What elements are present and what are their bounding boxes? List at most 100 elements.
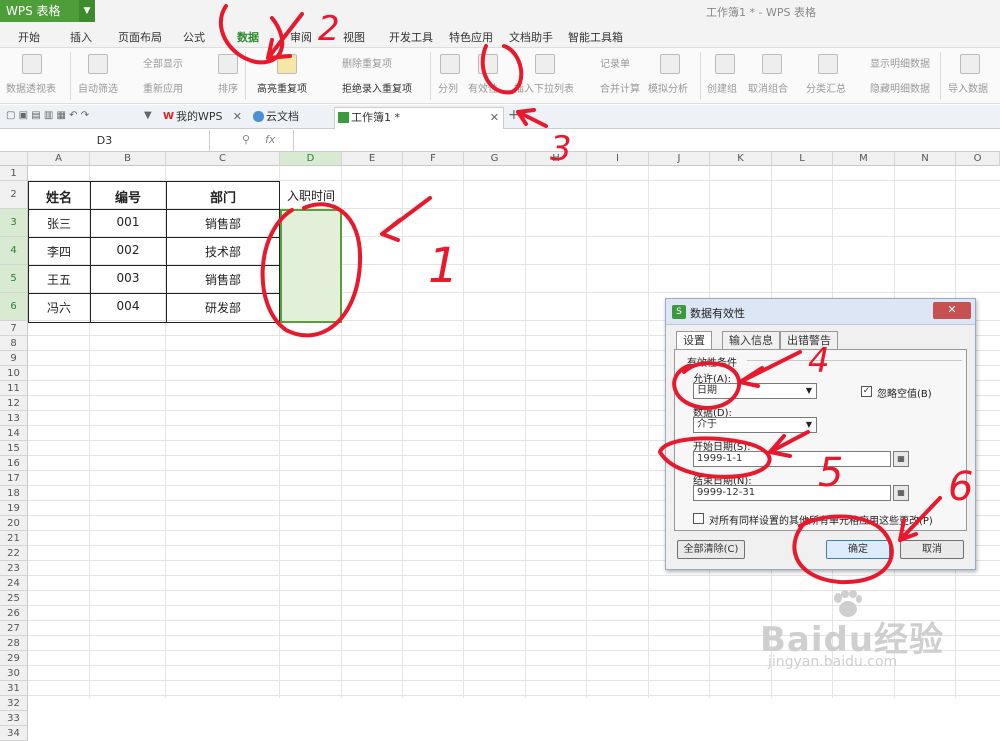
menu-smart-tools[interactable]: 智能工具箱 [568,29,623,45]
column-header[interactable]: A [28,152,90,166]
range-picker-icon[interactable]: ▦ [893,451,909,467]
merge-calc-button[interactable]: 合并计算 [600,80,640,95]
tab-input-message[interactable]: 输入信息 [722,331,780,349]
column-header[interactable]: F [403,152,464,166]
close-icon[interactable]: ✕ [233,107,242,127]
column-header[interactable]: C [166,152,280,166]
header-cell-name[interactable]: 姓名 [28,187,90,206]
clear-all-button[interactable]: 全部清除(C) [677,540,745,559]
menu-special[interactable]: 特色应用 [449,29,493,45]
menu-data[interactable]: 数据 [237,29,259,45]
validity-button[interactable]: 有效性 [468,80,498,95]
reject-duplicates-button[interactable]: 拒绝录入重复项 [342,80,412,95]
fx-icon[interactable]: fx [265,133,275,146]
row-header[interactable]: 10 [0,366,28,381]
pivot-table-icon[interactable] [22,54,42,74]
column-header[interactable]: G [464,152,526,166]
import-data-button[interactable]: 导入数据 [948,80,988,95]
table-cell[interactable]: 技术部 [166,243,280,260]
menu-page-layout[interactable]: 页面布局 [118,29,162,45]
row-header[interactable]: 1 [0,166,28,181]
subtotal-button[interactable]: 分类汇总 [806,80,846,95]
chevron-down-icon[interactable]: ▼ [79,0,95,22]
quick-access-icons[interactable]: ▢ ▣ ▤ ▥ ▦ ↶ ↷ [6,110,89,121]
column-header[interactable]: O [956,152,1000,166]
row-header[interactable]: 24 [0,576,28,591]
zoom-icon[interactable]: ⚲ [242,133,250,146]
row-header[interactable]: 3 [0,209,28,237]
sort-button[interactable]: 排序 [218,80,238,95]
row-header[interactable]: 21 [0,531,28,546]
menu-home[interactable]: 开始 [18,29,40,45]
row-header[interactable]: 9 [0,351,28,366]
tab-workbook1[interactable]: 工作簿1 * ✕ [334,107,504,129]
row-header[interactable]: 32 [0,696,28,711]
menu-view[interactable]: 视图 [343,29,365,45]
apply-all-checkbox[interactable] [693,513,704,524]
data-select[interactable]: 介于 ▼ [693,417,817,433]
validity-icon[interactable] [478,54,498,74]
table-cell[interactable]: 冯六 [28,299,90,316]
row-header[interactable]: 25 [0,591,28,606]
row-header[interactable]: 29 [0,651,28,666]
record-form-button[interactable]: 记录单 [600,55,630,70]
table-cell[interactable]: 003 [90,271,166,285]
chevron-down-icon[interactable]: ▼ [144,110,152,121]
tab-my-wps[interactable]: W 我的WPS ✕ [160,107,246,129]
split-columns-button[interactable]: 分列 [438,80,458,95]
what-if-icon[interactable] [660,54,680,74]
row-header[interactable]: 15 [0,441,28,456]
table-cell[interactable]: 销售部 [166,215,280,232]
filter-icon[interactable] [88,54,108,74]
highlight-duplicates-button[interactable]: 高亮重复项 [257,80,307,95]
tab-cloud-docs[interactable]: 云文档 [250,107,330,129]
row-header[interactable]: 4 [0,237,28,265]
ignore-blank-checkbox[interactable]: ✓ [861,386,872,397]
end-date-input[interactable]: 9999-12-31 [693,485,891,501]
menu-formula[interactable]: 公式 [183,29,205,45]
wps-app-menu-button[interactable]: WPS 表格 ▼ [0,0,95,22]
create-group-button[interactable]: 创建组 [707,80,737,95]
column-header[interactable]: I [587,152,649,166]
row-header[interactable]: 30 [0,666,28,681]
select-all-corner[interactable] [0,152,28,166]
row-header[interactable]: 22 [0,546,28,561]
row-header[interactable]: 16 [0,456,28,471]
chevron-down-icon[interactable]: ▼ [802,418,816,432]
split-columns-icon[interactable] [440,54,460,74]
show-all-button[interactable]: 全部显示 [143,55,183,70]
row-header[interactable]: 34 [0,726,28,741]
column-header[interactable]: K [710,152,772,166]
cancel-button[interactable]: 取消 [900,540,964,559]
delete-duplicates-button[interactable]: 删除重复项 [342,55,392,70]
insert-dropdown-button[interactable]: 插入下拉列表 [514,80,574,95]
column-header[interactable]: J [649,152,710,166]
table-cell[interactable]: 001 [90,215,166,229]
row-header[interactable]: 13 [0,411,28,426]
row-header[interactable]: 2 [0,181,28,209]
column-header[interactable]: E [342,152,403,166]
import-data-icon[interactable] [960,54,980,74]
subtotal-icon[interactable] [818,54,838,74]
highlight-duplicates-icon[interactable] [277,54,297,74]
selected-range-d3-d6[interactable] [280,209,342,323]
row-header[interactable]: 28 [0,636,28,651]
column-header[interactable]: L [772,152,833,166]
close-icon[interactable]: ✕ [490,108,499,128]
tab-error-alert[interactable]: 出错警告 [780,331,838,349]
table-cell[interactable]: 研发部 [166,299,280,316]
row-header[interactable]: 23 [0,561,28,576]
create-group-icon[interactable] [715,54,735,74]
tab-settings[interactable]: 设置 [676,331,712,350]
row-header[interactable]: 14 [0,426,28,441]
table-cell[interactable]: 002 [90,243,166,257]
column-header[interactable]: N [895,152,956,166]
menu-doc-helper[interactable]: 文档助手 [509,29,553,45]
column-header[interactable]: M [833,152,895,166]
row-header[interactable]: 11 [0,381,28,396]
header-cell-hire-date[interactable]: 入职时间 [280,187,342,204]
row-header[interactable]: 19 [0,501,28,516]
row-header[interactable]: 27 [0,621,28,636]
start-date-input[interactable]: 1999-1-1 [693,451,891,467]
what-if-button[interactable]: 模拟分析 [648,80,688,95]
